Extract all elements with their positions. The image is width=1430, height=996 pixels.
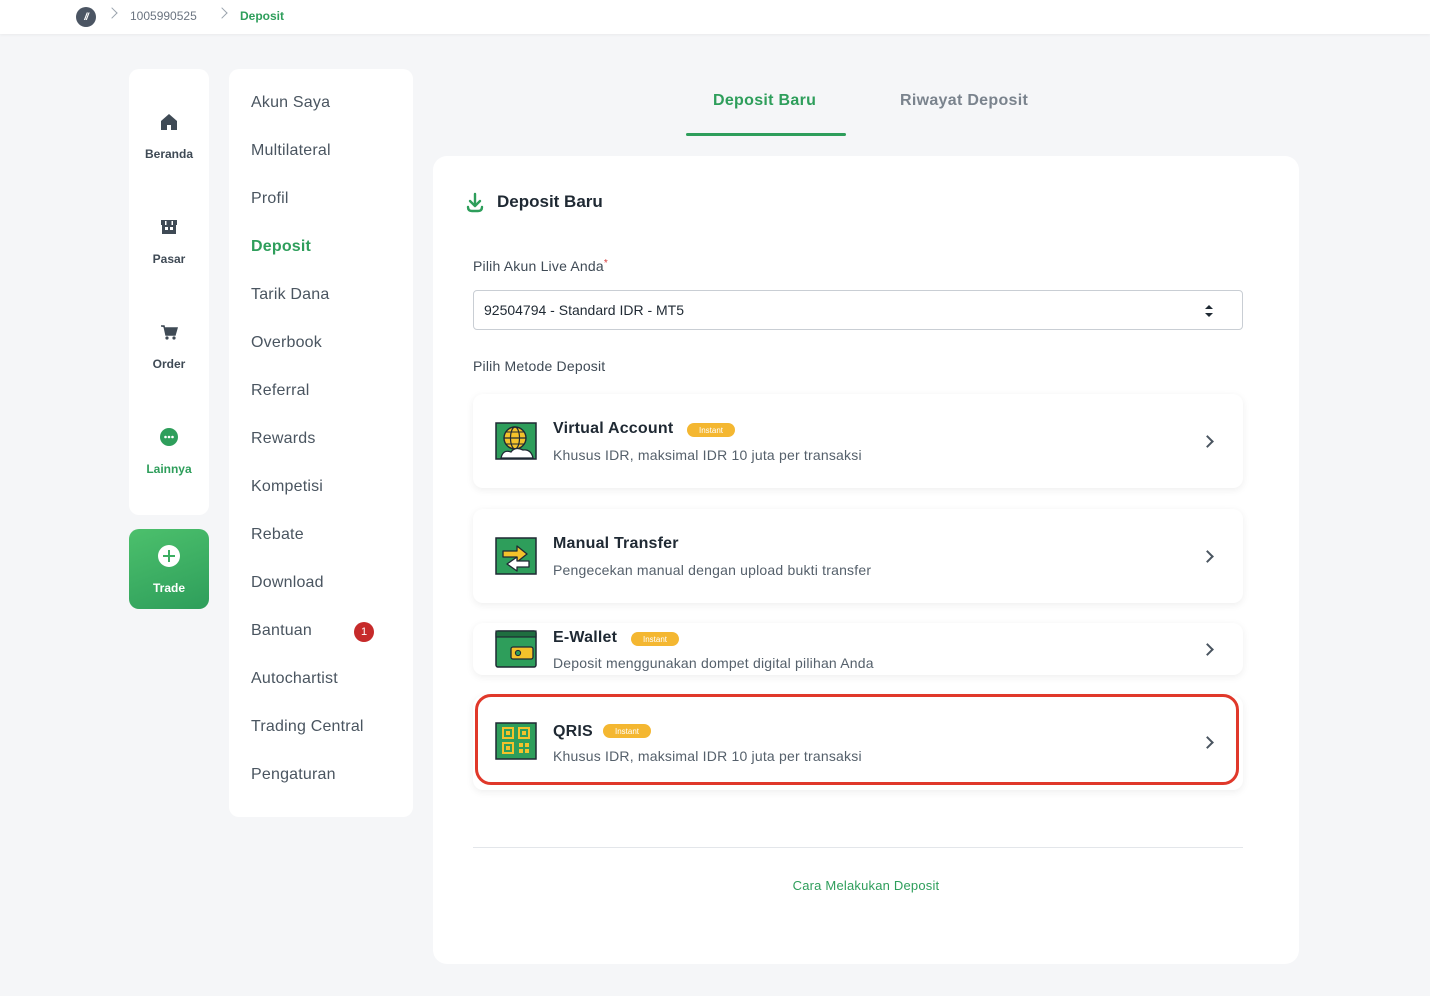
plus-circle-icon	[157, 544, 181, 573]
instant-badge: Instant	[631, 632, 680, 646]
method-e-wallet[interactable]: E-Wallet Instant Deposit menggunakan dom…	[473, 623, 1243, 675]
menu-item-akun-saya[interactable]: Akun Saya	[251, 94, 330, 112]
breadcrumb-chevron-icon	[216, 7, 228, 19]
rail-item-pasar[interactable]: Pasar	[129, 216, 209, 296]
cart-icon	[158, 321, 180, 343]
required-mark: *	[603, 258, 608, 269]
more-dots-icon	[158, 426, 180, 448]
menu-item-pengaturan[interactable]: Pengaturan	[251, 766, 336, 784]
breadcrumb-chevron-icon	[106, 7, 118, 19]
tab-deposit-baru[interactable]: Deposit Baru	[713, 92, 816, 110]
menu-item-multilateral[interactable]: Multilateral	[251, 142, 331, 160]
rail-item-beranda[interactable]: Beranda	[129, 111, 209, 191]
account-menu: Akun Saya Multilateral Profil Deposit Ta…	[229, 69, 413, 817]
menu-item-kompetisi[interactable]: Kompetisi	[251, 478, 323, 496]
breadcrumb-current: Deposit	[240, 9, 285, 23]
chevron-right-icon	[1201, 550, 1214, 563]
menu-item-tarik-dana[interactable]: Tarik Dana	[251, 286, 329, 304]
chevron-right-icon	[1201, 643, 1214, 656]
logo-mark: //	[84, 11, 88, 23]
method-description: Pengecekan manual dengan upload bukti tr…	[553, 562, 872, 578]
wallet-icon	[495, 630, 537, 668]
chevron-right-icon	[1201, 736, 1214, 749]
trade-label: Trade	[152, 580, 185, 595]
how-to-deposit-link[interactable]: Cara Melakukan Deposit	[433, 878, 1299, 893]
method-title: E-Wallet	[553, 629, 618, 646]
method-title: Virtual Account	[553, 420, 674, 437]
menu-item-trading-central[interactable]: Trading Central	[251, 718, 364, 736]
method-title: Manual Transfer	[553, 535, 679, 552]
active-tab-indicator	[686, 133, 846, 136]
menu-item-autochartist[interactable]: Autochartist	[251, 670, 338, 688]
method-description: Khusus IDR, maksimal IDR 10 juta per tra…	[553, 447, 862, 463]
rail-item-order[interactable]: Order	[129, 321, 209, 401]
method-title: QRIS	[553, 723, 593, 740]
method-label: Pilih Metode Deposit	[473, 358, 606, 374]
method-description: Deposit menggunakan dompet digital pilih…	[553, 655, 874, 671]
account-select-value: 92504794 - Standard IDR - MT5	[484, 302, 684, 318]
tab-riwayat-deposit[interactable]: Riwayat Deposit	[900, 92, 1028, 110]
rail-label: Lainnya	[146, 462, 192, 476]
breadcrumb-account[interactable]: 1005990525	[130, 9, 197, 23]
trade-button[interactable]: Trade	[129, 529, 209, 609]
account-select-label: Pilih Akun Live Anda*	[473, 258, 608, 274]
instant-badge: Instant	[687, 423, 736, 437]
chevron-right-icon	[1201, 435, 1214, 448]
globe-icon	[495, 422, 537, 460]
rail-label: Pasar	[152, 252, 186, 266]
account-label-text: Pilih Akun Live Anda	[473, 258, 604, 274]
menu-item-rewards[interactable]: Rewards	[251, 430, 316, 448]
deposit-card: Deposit Baru Pilih Akun Live Anda* 92504…	[433, 156, 1299, 964]
method-description: Khusus IDR, maksimal IDR 10 juta per tra…	[553, 748, 862, 764]
icon-rail: Beranda Pasar Order Lainnya	[129, 69, 209, 515]
app-logo-icon[interactable]: //	[76, 7, 96, 27]
download-icon	[465, 192, 485, 214]
menu-item-download[interactable]: Download	[251, 574, 324, 592]
menu-item-referral[interactable]: Referral	[251, 382, 310, 400]
notification-badge: 1	[354, 622, 374, 642]
home-icon	[158, 111, 180, 133]
top-bar: // 1005990525 Deposit	[0, 0, 1430, 34]
menu-item-bantuan[interactable]: Bantuan	[251, 622, 312, 640]
rail-item-lainnya[interactable]: Lainnya	[129, 426, 209, 506]
rail-label: Beranda	[144, 147, 194, 161]
select-arrows-icon	[1204, 303, 1214, 319]
method-qris[interactable]: QRIS Instant Khusus IDR, maksimal IDR 10…	[473, 696, 1243, 790]
account-select[interactable]: 92504794 - Standard IDR - MT5	[473, 290, 1243, 330]
divider	[473, 847, 1243, 848]
method-manual-transfer[interactable]: Manual Transfer Pengecekan manual dengan…	[473, 509, 1243, 603]
qr-code-icon	[495, 722, 537, 760]
store-icon	[158, 216, 180, 238]
menu-item-rebate[interactable]: Rebate	[251, 526, 304, 544]
rail-label: Order	[152, 357, 186, 371]
instant-badge: Instant	[603, 724, 652, 738]
menu-item-profil[interactable]: Profil	[251, 190, 289, 208]
menu-item-overbook[interactable]: Overbook	[251, 334, 322, 352]
transfer-arrows-icon	[495, 537, 537, 575]
menu-item-deposit[interactable]: Deposit	[251, 238, 311, 256]
method-virtual-account[interactable]: Virtual Account Instant Khusus IDR, maks…	[473, 394, 1243, 488]
card-title: Deposit Baru	[497, 192, 603, 211]
